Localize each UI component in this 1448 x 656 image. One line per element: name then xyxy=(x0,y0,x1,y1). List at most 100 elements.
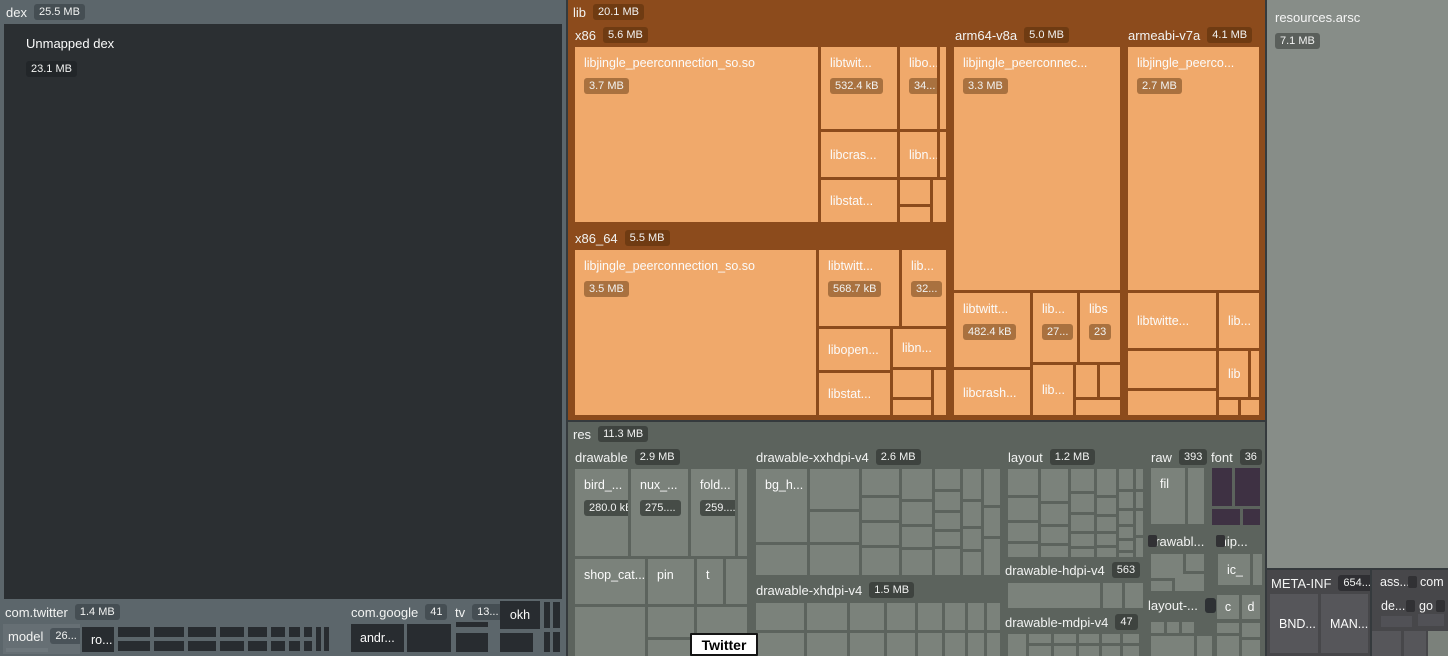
treemap-cell[interactable] xyxy=(220,641,244,651)
cell-ic[interactable]: ic_ xyxy=(1218,554,1250,585)
treemap-cell[interactable] xyxy=(1235,468,1260,506)
cell-x8664-libn[interactable]: libn... xyxy=(893,329,946,367)
treemap-cell[interactable] xyxy=(1076,400,1120,415)
cell-bg-h[interactable]: bg_h... xyxy=(756,469,807,542)
cell-armeabi-libjingle[interactable]: libjingle_peerco... 2.7 MB xyxy=(1128,47,1259,290)
region-res-header[interactable]: res 11.3 MB xyxy=(573,425,648,443)
treemap-cell[interactable] xyxy=(1217,623,1239,633)
treemap-cell[interactable] xyxy=(544,632,550,652)
cell-x86-libstat[interactable]: libstat... xyxy=(821,180,897,222)
treemap-cell[interactable] xyxy=(1136,492,1143,508)
treemap-cell[interactable] xyxy=(918,603,942,630)
treemap-cell[interactable] xyxy=(893,370,931,397)
treemap-cell[interactable] xyxy=(726,559,747,604)
cell-armeabi-lib2[interactable]: lib xyxy=(1219,351,1248,397)
treemap-cell[interactable] xyxy=(1428,631,1448,656)
treemap-cell[interactable] xyxy=(304,627,312,637)
treemap-cell[interactable] xyxy=(1128,391,1216,415)
treemap-cell[interactable] xyxy=(1029,634,1051,643)
cell-arm64-libcrash[interactable]: libcrash... xyxy=(954,370,1030,415)
cell-arm64-libjingle[interactable]: libjingle_peerconnec... 3.3 MB xyxy=(954,47,1120,290)
treemap-cell[interactable] xyxy=(220,627,244,637)
cell-x8664-libopen[interactable]: libopen... xyxy=(819,329,890,370)
treemap-cell[interactable] xyxy=(1071,549,1094,557)
treemap-cell[interactable] xyxy=(289,641,300,651)
region-drawable-header[interactable]: drawable 2.9 MB xyxy=(575,448,680,466)
region-xhdpi-header[interactable]: drawable-xhdpi-v4 1.5 MB xyxy=(756,581,914,599)
treemap-cell[interactable] xyxy=(648,640,694,656)
treemap-cell[interactable] xyxy=(188,641,216,651)
treemap-cell[interactable] xyxy=(1097,498,1116,514)
cell-arm64-libs[interactable]: libs 23 xyxy=(1080,293,1120,362)
treemap-cell[interactable] xyxy=(945,633,965,656)
treemap-cell[interactable] xyxy=(1136,538,1143,557)
region-lib[interactable]: lib 20.1 MB x86 5.6 MB libjingle_peercon… xyxy=(568,0,1265,420)
treemap-cell[interactable] xyxy=(862,548,899,575)
treemap-cell[interactable] xyxy=(1219,400,1238,415)
region-assets-com[interactable]: ass... com de... go xyxy=(1372,570,1448,656)
cell-c[interactable]: c xyxy=(1217,595,1239,619)
treemap-cell[interactable] xyxy=(1182,622,1194,633)
cell-x86-libn[interactable]: libn... xyxy=(900,132,937,177)
treemap-cell[interactable] xyxy=(935,549,960,575)
treemap-cell[interactable] xyxy=(935,469,960,489)
treemap-cell[interactable] xyxy=(1008,498,1038,520)
treemap-cell[interactable] xyxy=(1008,544,1038,557)
treemap-cell[interactable] xyxy=(984,508,1000,536)
region-raw-header[interactable]: raw 393 xyxy=(1151,448,1207,466)
treemap-cell[interactable] xyxy=(1404,631,1426,656)
treemap-cell[interactable] xyxy=(1188,468,1204,524)
treemap-cell[interactable] xyxy=(1102,646,1120,656)
region-hdpi-header[interactable]: drawable-hdpi-v4 563 xyxy=(1005,561,1140,579)
cell-x86-libcras[interactable]: libcras... xyxy=(821,132,897,177)
treemap-cell[interactable] xyxy=(1041,504,1068,524)
treemap-cell[interactable] xyxy=(935,513,960,529)
treemap-cell[interactable] xyxy=(1041,546,1068,557)
treemap-cell[interactable] xyxy=(1212,468,1232,506)
treemap-cell[interactable] xyxy=(648,607,694,637)
treemap-cell[interactable] xyxy=(940,47,946,129)
treemap-cell[interactable] xyxy=(1079,646,1099,656)
treemap-cell[interactable] xyxy=(248,627,267,637)
treemap-cell[interactable] xyxy=(407,624,451,652)
treemap-cell[interactable] xyxy=(1076,365,1097,397)
treemap-cell[interactable] xyxy=(862,498,899,520)
treemap-cell[interactable] xyxy=(1119,527,1133,538)
treemap-cell[interactable] xyxy=(984,469,1000,505)
region-meta-inf[interactable]: META-INF 654.... BND... MAN... xyxy=(1267,570,1370,656)
treemap-cell[interactable] xyxy=(1128,351,1216,388)
region-model[interactable]: model 26... xyxy=(3,624,80,654)
region-dex-header[interactable]: dex 25.5 MB xyxy=(6,3,85,21)
treemap-cell[interactable] xyxy=(862,523,899,545)
region-layout2-header[interactable]: layout-... xyxy=(1148,596,1216,614)
treemap-cell[interactable] xyxy=(1186,554,1204,571)
treemap-cell[interactable] xyxy=(1125,583,1143,608)
cell-x8664-libstat[interactable]: libstat... xyxy=(819,373,890,415)
treemap-cell[interactable] xyxy=(968,603,984,630)
treemap-cell[interactable] xyxy=(900,207,930,222)
treemap-cell[interactable] xyxy=(1119,511,1133,524)
treemap-cell[interactable] xyxy=(553,602,560,628)
treemap-cell[interactable] xyxy=(1251,351,1259,397)
region-x86-64-header[interactable]: x86_64 5.5 MB xyxy=(575,229,670,247)
treemap-cell[interactable] xyxy=(1103,583,1122,608)
cell-okh[interactable]: okh xyxy=(500,601,540,629)
cell-arm64-lib2[interactable]: lib... xyxy=(1033,365,1073,415)
treemap-cell[interactable] xyxy=(887,633,915,656)
treemap-cell[interactable] xyxy=(1008,583,1100,608)
treemap-cell[interactable] xyxy=(289,627,300,637)
treemap-cell[interactable] xyxy=(756,545,807,575)
treemap-cell[interactable] xyxy=(963,552,981,575)
region-res[interactable]: res 11.3 MB drawable 2.9 MB bird_... 280… xyxy=(568,422,1265,656)
region-x86-header[interactable]: x86 5.6 MB xyxy=(575,26,648,44)
treemap-cell[interactable] xyxy=(807,603,847,630)
cell-fil[interactable]: fil xyxy=(1151,468,1185,524)
treemap-cell[interactable] xyxy=(738,469,747,556)
cell-shop-cat[interactable]: shop_cat... xyxy=(575,559,645,604)
treemap-cell[interactable] xyxy=(1102,634,1120,643)
treemap-cell[interactable] xyxy=(940,132,946,177)
treemap-cell[interactable] xyxy=(553,632,560,652)
treemap-cell[interactable] xyxy=(304,641,312,651)
treemap-cell[interactable] xyxy=(544,602,550,628)
treemap-cell[interactable] xyxy=(575,607,645,656)
